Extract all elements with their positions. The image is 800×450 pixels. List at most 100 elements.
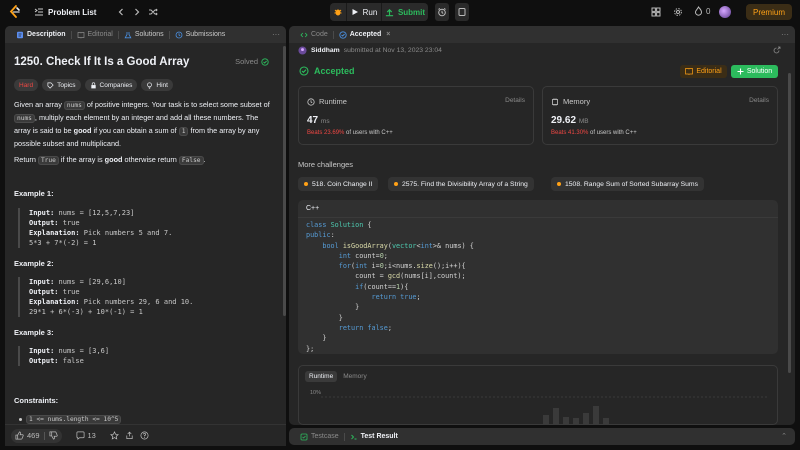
companies-chip[interactable]: Companies <box>84 79 138 91</box>
leetcode-logo-icon[interactable] <box>8 5 22 19</box>
bar <box>583 413 589 425</box>
tab-code[interactable]: Code <box>295 26 333 43</box>
play-icon <box>352 9 358 15</box>
gear-icon <box>674 8 682 16</box>
check-circle-icon <box>261 57 269 66</box>
difficulty-label: Hard <box>19 81 34 89</box>
streak-counter[interactable]: 0 <box>694 6 710 16</box>
share-button[interactable] <box>125 431 134 440</box>
submission-panel: Code Accepted × ··· Siddham submitted at… <box>289 26 795 425</box>
submission-meta: Siddham submitted at Nov 13, 2023 23:04 <box>298 44 442 56</box>
example-1-title: Example 1: <box>14 189 54 198</box>
example-2-title: Example 2: <box>14 259 54 268</box>
layout-button[interactable] <box>651 7 661 17</box>
memory-details-link[interactable]: Details <box>749 97 769 104</box>
more-options-icon[interactable]: ··· <box>781 30 789 39</box>
help-button[interactable] <box>140 431 149 440</box>
bar <box>573 418 579 425</box>
tag-icon <box>47 82 54 89</box>
bar <box>543 415 549 425</box>
problem-title: 1250. Check If It Is a Good Array <box>14 56 190 68</box>
description-panel: Description Editorial Solutions Submissi… <box>5 26 286 446</box>
editorial-button[interactable]: Editorial <box>680 65 727 78</box>
difficulty-badge: Hard <box>14 79 39 91</box>
settings-button[interactable] <box>673 7 683 17</box>
accepted-status: Accepted <box>299 66 355 76</box>
tab-testcase[interactable]: Testcase <box>295 428 344 445</box>
memory-card[interactable]: Memory Details 29.62 MB Beats 41.30% of … <box>542 86 778 145</box>
more-challenges-title: More challenges <box>298 160 354 169</box>
accepted-label: Accepted <box>314 66 355 76</box>
notes-button[interactable] <box>455 3 469 21</box>
comments-button[interactable]: 13 <box>76 431 96 440</box>
scrollbar[interactable] <box>283 46 286 316</box>
challenge-link[interactable]: 2575. Find the Divisibility Array of a S… <box>388 177 534 191</box>
tab-test-result[interactable]: Test Result <box>345 428 403 445</box>
debug-button[interactable] <box>330 3 346 21</box>
open-external-button[interactable] <box>773 46 781 54</box>
solved-label: Solved <box>235 57 258 66</box>
grid-layout-icon <box>651 7 661 17</box>
difficulty-dot <box>394 182 398 186</box>
like-count: 469 <box>27 431 40 440</box>
book-icon <box>685 68 694 75</box>
chevron-up-icon[interactable]: ⌃ <box>781 432 787 440</box>
solution-button[interactable]: Solution <box>731 65 778 78</box>
timer-button[interactable] <box>435 3 449 21</box>
comment-count: 13 <box>87 431 96 440</box>
tab-submissions[interactable]: Submissions <box>170 26 231 43</box>
challenge-link[interactable]: 518. Coin Change II <box>298 177 379 191</box>
challenge-label: 2575. Find the Divisibility Array of a S… <box>402 180 528 188</box>
tab-solutions-label: Solutions <box>134 31 164 38</box>
runtime-card[interactable]: Runtime Details 47 ms Beats 23.69% of us… <box>298 86 534 145</box>
clock-icon <box>307 97 315 106</box>
favorite-button[interactable] <box>109 431 119 440</box>
chart-tab-memory[interactable]: Memory <box>339 371 370 382</box>
tab-test-result-label: Test Result <box>360 433 398 440</box>
question-circle-icon <box>140 431 149 440</box>
check-circle-icon <box>299 66 309 76</box>
tab-solutions[interactable]: Solutions <box>119 26 169 43</box>
submit-button[interactable]: Submit <box>382 3 428 21</box>
solution-label: Solution <box>746 68 773 75</box>
tab-editorial[interactable]: Editorial <box>72 26 118 43</box>
lock-icon <box>90 81 96 88</box>
star-icon <box>109 431 119 440</box>
top-bar: Problem List Run Submit 0 Premium <box>0 0 800 24</box>
chart-tabs: Runtime Memory <box>305 371 371 382</box>
run-button[interactable]: Run <box>347 3 381 21</box>
tab-accepted[interactable]: Accepted × <box>334 26 396 43</box>
bar <box>593 406 599 425</box>
shuffle-icon <box>149 8 158 16</box>
hint-chip[interactable]: Hint <box>141 79 173 91</box>
topics-chip[interactable]: Topics <box>42 79 81 91</box>
like-button[interactable]: 469 <box>15 431 40 440</box>
bullet <box>19 418 22 421</box>
list-icon <box>34 8 43 16</box>
problem-description: Given an array nums of positive integers… <box>14 99 272 171</box>
memory-header: Memory <box>551 97 590 106</box>
prev-problem-button[interactable] <box>115 6 127 18</box>
chart-tab-runtime[interactable]: Runtime <box>305 371 338 382</box>
avatar[interactable] <box>719 6 731 18</box>
problem-list-button[interactable]: Problem List <box>34 5 96 19</box>
tab-code-label: Code <box>311 31 328 38</box>
next-problem-button[interactable] <box>131 6 143 18</box>
tab-description[interactable]: Description <box>11 26 71 43</box>
more-options-icon[interactable]: ··· <box>272 30 280 39</box>
submitter-name[interactable]: Siddham <box>311 47 340 54</box>
example-1-block: Input: nums = [12,5,7,23] Output: true E… <box>18 208 172 248</box>
runtime-details-link[interactable]: Details <box>505 97 525 104</box>
hint-label: Hint <box>156 81 168 89</box>
memory-label: Memory <box>563 97 591 106</box>
premium-button[interactable]: Premium <box>746 4 792 20</box>
challenge-link[interactable]: 1508. Range Sum of Sorted Subarray Sums <box>551 177 704 191</box>
random-problem-button[interactable] <box>147 6 159 18</box>
difficulty-dot <box>304 182 308 186</box>
close-tab-icon[interactable]: × <box>386 31 390 38</box>
dislike-button[interactable] <box>49 431 58 440</box>
distribution-bars <box>321 396 769 425</box>
constraint-text: 1 <= nums.length <= 10^5 <box>26 415 122 424</box>
bar <box>553 408 559 425</box>
scrollbar[interactable] <box>788 73 791 373</box>
